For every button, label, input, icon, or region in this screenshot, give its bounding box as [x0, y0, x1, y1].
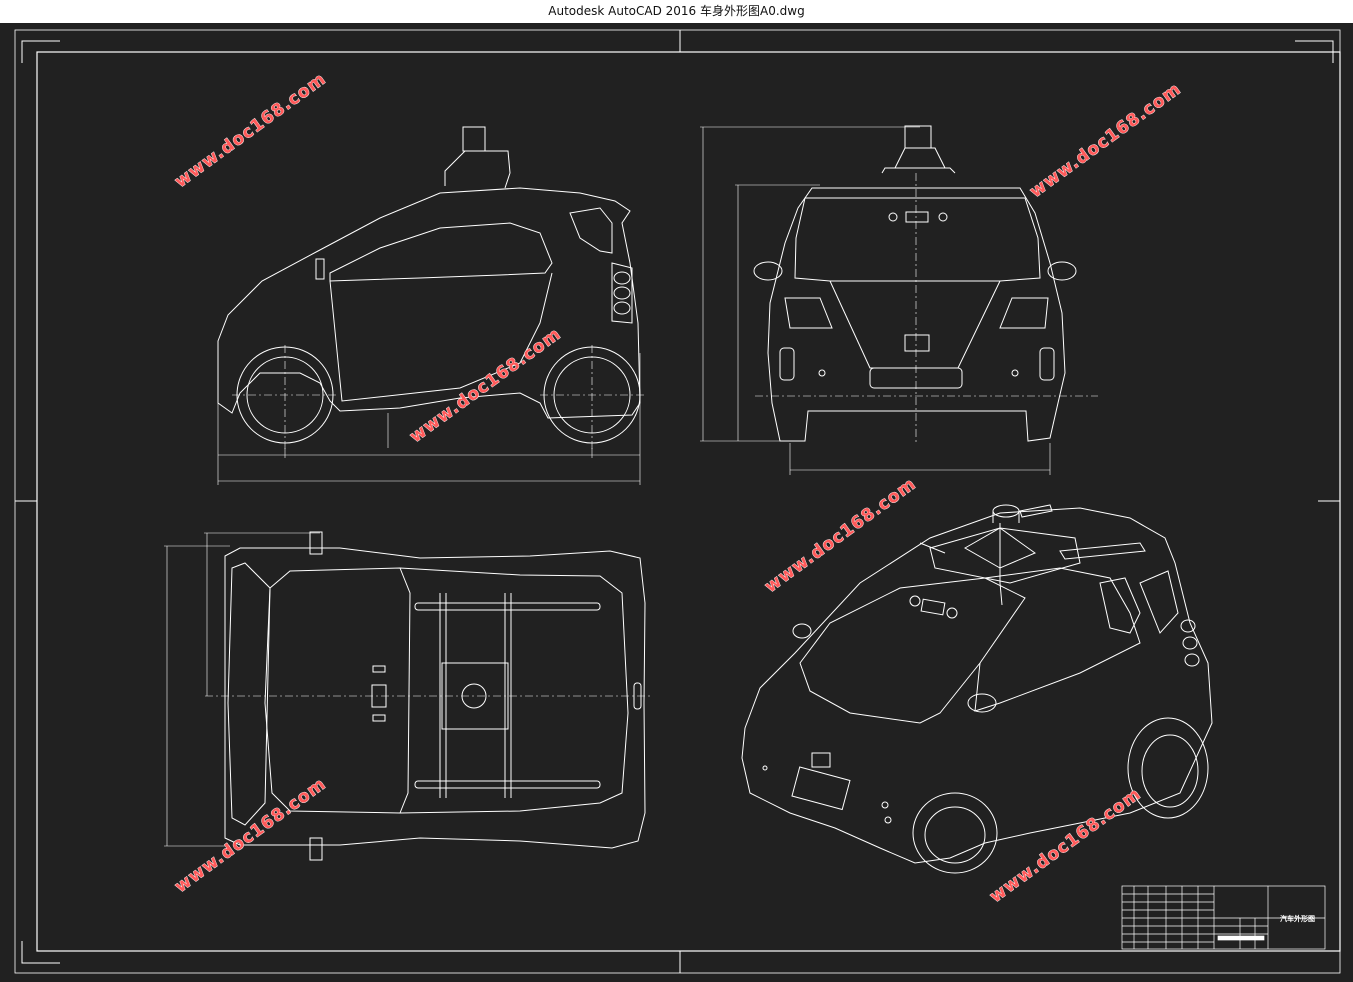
drawing-frame — [14, 29, 1341, 974]
watermark-text: www.doc168.com — [986, 784, 1145, 907]
watermark-text: www.doc168.com — [406, 324, 565, 447]
watermark-group: www.doc168.com www.doc168.com www.doc168… — [171, 69, 1186, 908]
watermark-text: www.doc168.com — [761, 474, 920, 597]
window-title-bar: Autodesk AutoCAD 2016 车身外形图A0.dwg — [0, 0, 1353, 23]
top-view — [164, 531, 650, 861]
drawing-canvas[interactable]: 汽车外形图 www.doc168.com www.doc168.com www.… — [0, 23, 1353, 982]
window-title: Autodesk AutoCAD 2016 车身外形图A0.dwg — [548, 4, 805, 18]
title-block-drawing-name: 汽车外形图 — [1280, 914, 1315, 923]
watermark-text: www.doc168.com — [171, 69, 330, 192]
watermark-text: www.doc168.com — [1026, 79, 1185, 202]
watermark-text: www.doc168.com — [171, 774, 330, 897]
